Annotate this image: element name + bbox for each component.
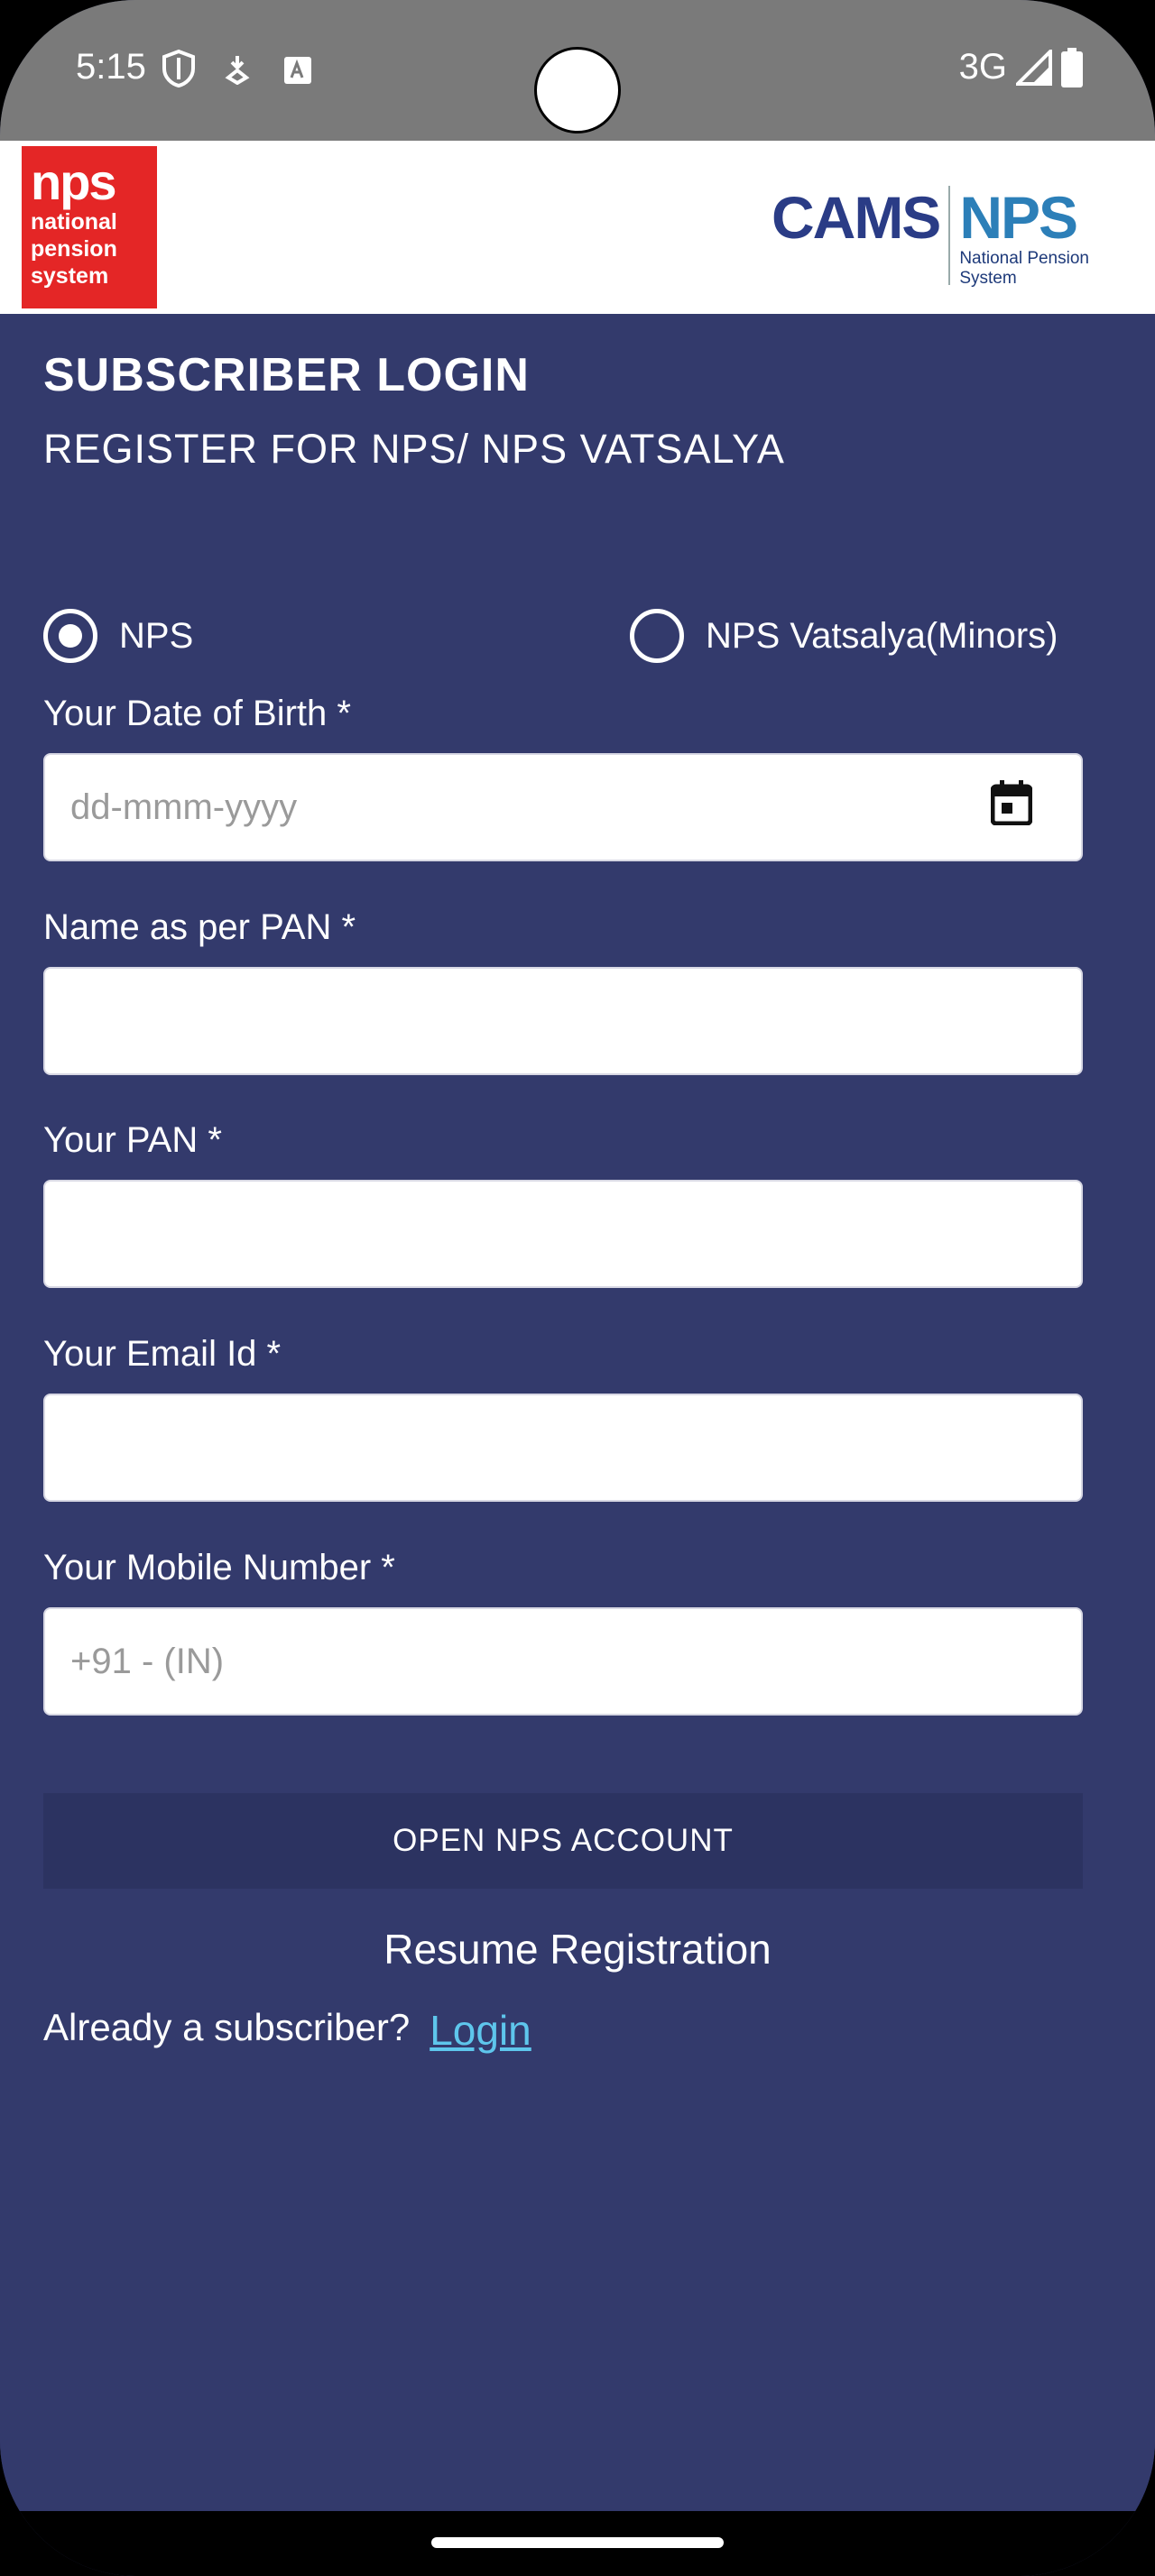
login-link[interactable]: Login xyxy=(430,2006,531,2055)
open-nps-account-button[interactable]: OPEN NPS ACCOUNT xyxy=(43,1793,1083,1889)
radio-nps[interactable]: NPS xyxy=(43,609,193,663)
translate-icon xyxy=(284,57,311,84)
email-input[interactable] xyxy=(43,1394,1083,1502)
phone-screen: 5:15 3G nps national pension system CAMS… xyxy=(0,0,1155,2576)
nps-logo-main: nps xyxy=(31,153,117,210)
already-subscriber-row: Already a subscriber? Login xyxy=(43,2006,531,2055)
nps-logo: nps national pension system xyxy=(22,146,157,308)
app-header: nps national pension system CAMS NPS Nat… xyxy=(0,141,1155,314)
mobile-input[interactable] xyxy=(43,1607,1083,1716)
cams-nps-logo: CAMS NPS National Pension System xyxy=(772,186,1089,289)
radio-nps-vatsalya[interactable]: NPS Vatsalya(Minors) xyxy=(630,609,1058,663)
radio-checked-icon xyxy=(43,609,97,663)
pan-label: Your PAN * xyxy=(43,1120,222,1160)
camera-cutout xyxy=(534,47,621,133)
home-indicator[interactable] xyxy=(431,2537,724,2548)
email-label: Your Email Id * xyxy=(43,1334,282,1374)
page-subtitle: REGISTER FOR NPS/ NPS VATSALYA xyxy=(43,426,785,472)
calendar-icon[interactable] xyxy=(991,780,1032,825)
status-bar: 5:15 3G xyxy=(0,0,1155,141)
radio-label: NPS xyxy=(119,615,194,656)
cams-nps-block: NPS National Pension System xyxy=(959,186,1089,289)
resume-registration-link[interactable]: Resume Registration xyxy=(0,1925,1155,1973)
already-subscriber-text: Already a subscriber? xyxy=(43,2006,411,2048)
radio-label: NPS Vatsalya(Minors) xyxy=(706,615,1058,656)
mobile-label: Your Mobile Number * xyxy=(43,1548,395,1587)
cams-logo-text: CAMS xyxy=(772,184,941,251)
dob-label: Your Date of Birth * xyxy=(43,694,351,733)
status-time: 5:15 xyxy=(76,47,146,87)
dob-input[interactable] xyxy=(43,753,1083,861)
cams-nps-subtitle: System xyxy=(959,269,1017,288)
pan-input[interactable] xyxy=(43,1180,1083,1288)
account-type-radio-group: NPS NPS Vatsalya(Minors) xyxy=(43,609,1083,663)
status-right: 3G xyxy=(959,47,1083,87)
cams-nps-text: NPS xyxy=(959,184,1078,251)
nps-logo-line: pension xyxy=(31,236,117,262)
shield-icon xyxy=(162,49,195,88)
signal-icon xyxy=(1016,49,1052,86)
page-title: SUBSCRIBER LOGIN xyxy=(43,349,530,401)
name-input[interactable] xyxy=(43,967,1083,1075)
nps-logo-line: national xyxy=(31,209,117,235)
radio-unchecked-icon xyxy=(630,609,684,663)
name-label: Name as per PAN * xyxy=(43,907,356,947)
cams-nps-subtitle: National Pension xyxy=(959,249,1089,268)
network-type: 3G xyxy=(958,47,1007,87)
download-icon xyxy=(225,56,250,85)
logo-divider xyxy=(948,186,951,285)
nps-logo-line: system xyxy=(31,263,109,289)
registration-form: SUBSCRIBER LOGIN REGISTER FOR NPS/ NPS V… xyxy=(0,314,1155,2511)
battery-icon xyxy=(1061,47,1083,87)
